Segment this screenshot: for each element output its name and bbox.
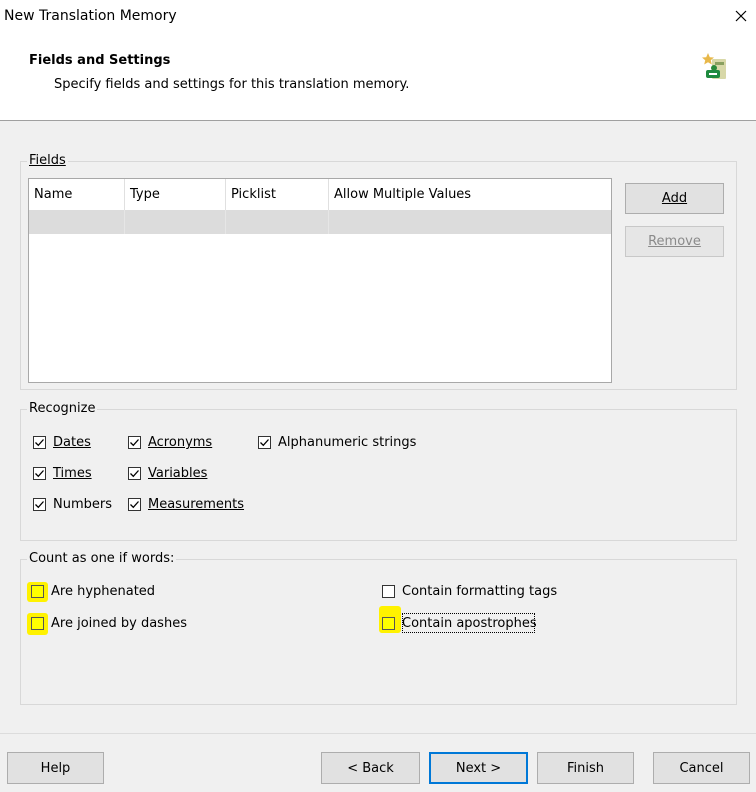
window-title: New Translation Memory [4,8,177,24]
cancel-button[interactable]: Cancel [653,752,750,784]
help-button[interactable]: Help [7,752,104,784]
page-subtitle: Specify fields and settings for this tra… [54,77,410,92]
measurements-checkbox[interactable]: Measurements [128,497,244,512]
numbers-checkbox[interactable]: Numbers [33,497,112,512]
acronyms-checkbox[interactable]: Acronyms [128,435,212,450]
finish-button[interactable]: Finish [537,752,634,784]
next-button[interactable]: Next > [429,752,528,784]
page-title: Fields and Settings [29,53,171,68]
translation-memory-icon [702,53,726,79]
dates-checkbox[interactable]: Dates [33,435,91,450]
column-allow-multiple[interactable]: Allow Multiple Values [329,179,611,210]
column-type[interactable]: Type [125,179,226,210]
wizard-header: Fields and Settings Specify fields and s… [0,32,756,121]
count-group [20,559,737,705]
title-bar: New Translation Memory [0,0,756,32]
table-row[interactable] [29,210,611,234]
close-icon[interactable] [726,0,756,32]
apostrophes-checkbox[interactable]: Contain apostrophes [382,616,537,631]
times-checkbox[interactable]: Times [33,466,92,481]
column-picklist[interactable]: Picklist [226,179,329,210]
joined-by-dashes-checkbox[interactable]: Are joined by dashes [31,616,187,631]
check-icon [33,467,46,480]
fields-table[interactable]: Name Type Picklist Allow Multiple Values [28,178,612,383]
variables-checkbox[interactable]: Variables [128,466,207,481]
formatting-tags-checkbox[interactable]: Contain formatting tags [382,584,557,599]
check-icon [128,436,141,449]
check-icon [128,467,141,480]
remove-button[interactable]: Remove [625,226,724,257]
table-header: Name Type Picklist Allow Multiple Values [29,179,611,211]
check-icon [33,436,46,449]
fields-group-label: Fields [27,153,68,168]
add-button[interactable]: Add [625,183,724,214]
alphanumeric-checkbox[interactable]: Alphanumeric strings [258,435,416,450]
column-name[interactable]: Name [29,179,125,210]
check-icon [128,498,141,511]
count-group-label: Count as one if words: [27,551,177,566]
check-icon [258,436,271,449]
hyphenated-checkbox[interactable]: Are hyphenated [31,584,155,599]
back-button[interactable]: < Back [321,752,420,784]
recognize-group-label: Recognize [27,401,98,416]
check-icon [33,498,46,511]
